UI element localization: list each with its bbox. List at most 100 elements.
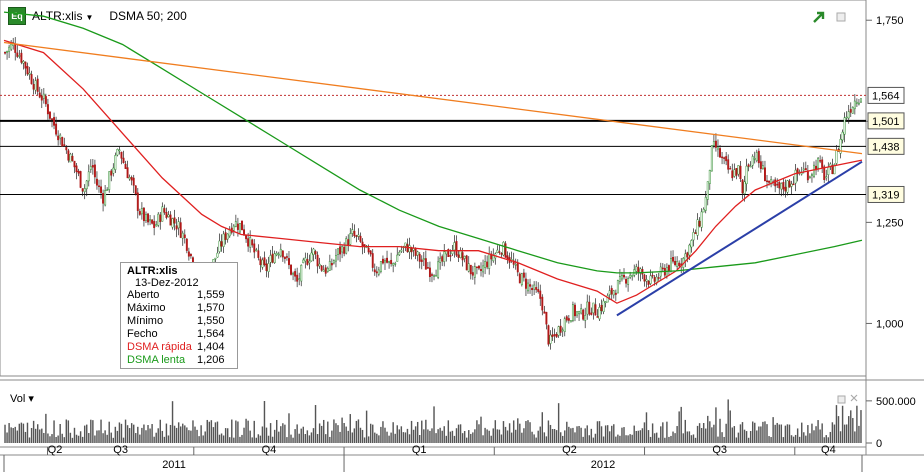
candle-body (159, 214, 162, 223)
candle-body (75, 165, 78, 173)
candle-body (692, 232, 695, 241)
candle-body (38, 92, 41, 98)
candle-body (541, 296, 544, 311)
candle-body (596, 316, 599, 318)
tooltip-rows: Aberto 1,559 Máximo 1,570 Mínimo 1,550 Fecho 1,… (127, 289, 231, 367)
candle-body (496, 249, 499, 254)
candle-body (24, 61, 27, 69)
candle-body (725, 156, 728, 162)
candle-body (604, 301, 607, 304)
candle-body (629, 274, 632, 278)
series-line-dsma-lenta[interactable] (3, 11, 863, 274)
candle-body (343, 246, 346, 254)
candle-body (22, 61, 25, 64)
candle-body (477, 265, 480, 269)
candle-body (463, 255, 466, 259)
candle-body (753, 158, 756, 160)
quarter-label: Q2 (562, 444, 577, 456)
candle-body (853, 100, 856, 110)
candle-body (14, 44, 17, 53)
price-labels: 1,564 1,501 1,438 1,319 (867, 86, 905, 203)
candle-body (147, 213, 149, 223)
candle-body (529, 284, 532, 287)
candle-body (810, 174, 813, 176)
candle-body (69, 153, 72, 163)
candle-body (65, 147, 68, 151)
candle-body (455, 241, 458, 256)
close-icon[interactable] (850, 394, 858, 402)
candle-body (751, 156, 754, 166)
tooltip-row-value: 1,559 (197, 289, 225, 301)
candle-body (251, 239, 254, 246)
candle-body (134, 185, 137, 195)
year-label: 2011 (162, 459, 186, 471)
candle-body (557, 326, 560, 336)
candle-body (433, 275, 435, 277)
candle-body (700, 211, 703, 228)
candle-body (586, 301, 589, 315)
candle-body (87, 171, 90, 182)
candle-body (138, 211, 141, 215)
price-tick-label: 1,250 (876, 217, 904, 229)
candle-body (261, 259, 264, 268)
candle-body (502, 241, 505, 256)
candle-body (124, 163, 127, 169)
panel-options-icon[interactable] (836, 12, 846, 22)
candle-body (132, 177, 135, 186)
candle-body (108, 171, 111, 190)
candle-body (177, 221, 180, 229)
candle-body (608, 290, 611, 295)
tooltip-title: ALTR:xlis (127, 265, 178, 277)
candle-body (549, 334, 552, 344)
candle-body (351, 229, 354, 234)
chart-canvas[interactable]: 1,7501,5001,2501,000500.0000 1,5641,5011… (0, 0, 924, 472)
candle-body (712, 141, 715, 146)
candle-body (73, 160, 76, 168)
candle-body (649, 275, 652, 284)
candle-body (482, 265, 485, 273)
candle-body (524, 278, 527, 289)
trend-arrow-icon[interactable] (813, 11, 825, 23)
candle-body (486, 261, 489, 268)
candle-body (794, 169, 797, 184)
candle-body (678, 262, 681, 267)
candle-body (537, 289, 540, 292)
candle-body (643, 274, 646, 282)
candle-body (181, 232, 184, 239)
candle-body (95, 178, 98, 186)
candle-body (48, 111, 51, 119)
candle-body (79, 171, 82, 188)
candle-body (257, 250, 260, 258)
candle-body (790, 183, 793, 187)
candle-body (161, 206, 164, 222)
volume-panel-options-icon[interactable] (837, 395, 846, 404)
candle-body (727, 159, 730, 170)
candle-body (83, 188, 86, 193)
candle-body (263, 257, 266, 266)
candle-body (802, 168, 805, 171)
candle-body (578, 311, 581, 315)
candle-body (384, 260, 386, 263)
series-line-tend-ncia-de-alta[interactable] (616, 160, 863, 317)
candle-body (821, 159, 824, 168)
year-label: 2012 (591, 459, 615, 471)
candle-body (635, 266, 638, 272)
quarter-label: Q3 (712, 444, 727, 456)
candle-body (114, 155, 117, 170)
candle-body (55, 123, 58, 135)
candle-body (623, 274, 625, 278)
candle-body (461, 252, 464, 261)
candle-body (737, 165, 740, 175)
series-line-tend-ncia-longa[interactable] (3, 41, 863, 155)
candle-body (702, 208, 705, 213)
candle-body (290, 264, 292, 275)
candle-body (645, 279, 648, 282)
candle-body (469, 264, 472, 275)
chart-window: Eq ALTR:xlis▼ DSMA 50; 200 1,7501,5001,2… (0, 0, 924, 472)
candle-body (625, 278, 628, 284)
candle-body (296, 274, 299, 282)
candle-body (647, 280, 650, 285)
candle-body (498, 251, 501, 253)
candle-body (582, 309, 585, 320)
candle-body (620, 274, 623, 280)
